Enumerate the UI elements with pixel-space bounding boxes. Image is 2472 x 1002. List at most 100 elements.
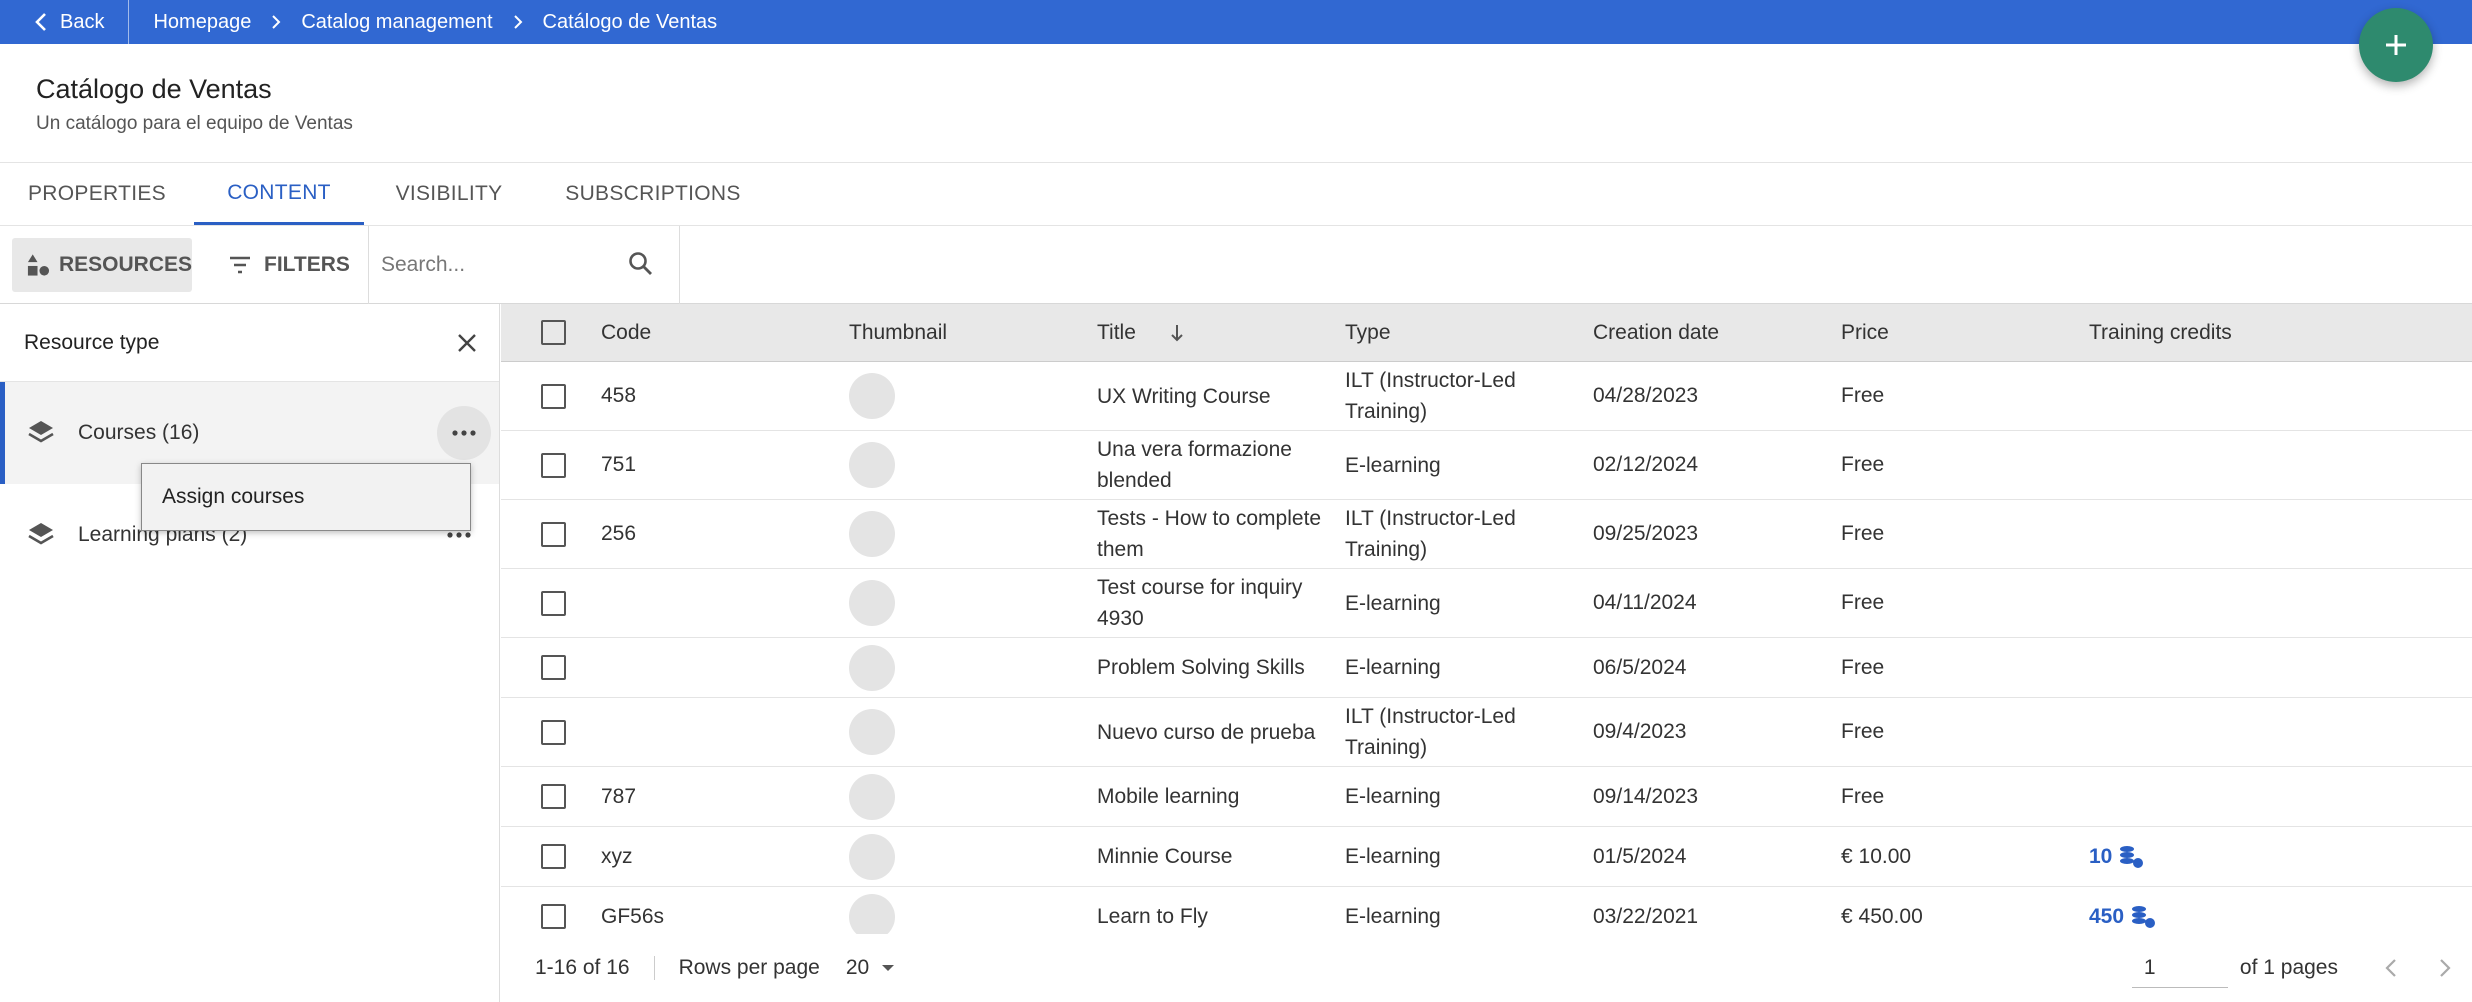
resources-button[interactable]: RESOURCES — [12, 238, 192, 292]
pagination-range: 1-16 of 16 — [535, 956, 630, 979]
row-checkbox[interactable] — [541, 719, 566, 745]
cell-type: ILT (Instructor-Led Training) — [1345, 507, 1516, 561]
table-row[interactable]: xyz Minnie Course E-learning 01/5/2024 € 10.… — [501, 827, 2472, 887]
thumbnail-placeholder — [849, 644, 895, 691]
plus-icon — [2386, 35, 2406, 55]
select-all-checkbox[interactable] — [541, 320, 566, 345]
prev-page-button[interactable] — [2364, 958, 2418, 978]
toolbar: RESOURCES FILTERS — [0, 226, 2472, 304]
cell-code: 787 — [601, 784, 637, 808]
table-row[interactable]: Problem Solving Skills E-learning 06/5/202… — [501, 638, 2472, 698]
cell-title: UX Writing Course — [1097, 384, 1271, 408]
table-row[interactable]: 787 Mobile learning E-learning 09/14/2023 Fr… — [501, 767, 2472, 827]
thumbnail-placeholder — [849, 511, 895, 557]
coins-icon — [2120, 845, 2144, 868]
layers-icon — [28, 523, 54, 545]
table-body: 458 UX Writing Course ILT (Instructor-Led … — [501, 362, 2472, 947]
cell-type: ILT (Instructor-Led Training) — [1345, 705, 1516, 759]
cell-creation-date: 09/14/2023 — [1593, 784, 1699, 808]
column-creation-date[interactable]: Creation date — [1593, 321, 1841, 345]
thumbnail-placeholder — [849, 833, 895, 880]
panel-header: Resource type — [0, 304, 499, 382]
tab-properties[interactable]: PROPERTIES — [0, 163, 194, 225]
row-checkbox[interactable] — [541, 784, 566, 809]
row-checkbox[interactable] — [541, 521, 566, 547]
column-training-credits[interactable]: Training credits — [2089, 321, 2329, 345]
context-menu-assign-courses[interactable]: Assign courses — [141, 463, 471, 531]
row-checkbox[interactable] — [541, 590, 566, 616]
cell-title: Nuevo curso de prueba — [1097, 720, 1316, 744]
cell-type: E-learning — [1345, 453, 1441, 477]
chevron-left-icon — [35, 13, 46, 31]
back-label: Back — [60, 10, 105, 33]
filters-button[interactable]: FILTERS — [228, 238, 350, 292]
table-row[interactable]: 256 Tests - How to complete them ILT (Inst… — [501, 500, 2472, 569]
chevron-right-icon — [271, 14, 281, 30]
close-icon[interactable] — [457, 333, 477, 353]
row-checkbox[interactable] — [541, 904, 566, 929]
cell-code: xyz — [601, 844, 633, 868]
row-checkbox[interactable] — [541, 844, 566, 869]
column-code[interactable]: Code — [601, 321, 849, 345]
cell-type: E-learning — [1345, 591, 1441, 615]
pagination-bar: 1-16 of 16 Rows per page 20 of 1 pages — [501, 934, 2472, 1002]
cell-training-credits: 450 — [2089, 905, 2329, 929]
thumbnail-placeholder — [849, 709, 895, 755]
filters-label: FILTERS — [264, 253, 350, 276]
more-options-button[interactable] — [437, 406, 491, 460]
cell-type: E-learning — [1345, 845, 1441, 868]
tab-content[interactable]: CONTENT — [194, 163, 364, 225]
cell-title: Mobile learning — [1097, 785, 1240, 808]
tab-visibility[interactable]: VISIBILITY — [364, 163, 534, 225]
arrow-down-icon[interactable] — [1170, 323, 1184, 343]
top-bar: Back Homepage Catalog management Catálog… — [0, 0, 2472, 44]
cell-code: 256 — [601, 522, 637, 545]
table-row[interactable]: Nuevo curso de prueba ILT (Instructor-Led… — [501, 698, 2472, 767]
chevron-left-icon — [2385, 959, 2396, 977]
cell-creation-date: 01/5/2024 — [1593, 844, 1687, 868]
thumbnail-placeholder — [849, 442, 895, 488]
cell-title: Una vera formazione blended — [1097, 438, 1292, 492]
table-row[interactable]: 751 Una vera formazione blended E-learning… — [501, 431, 2472, 500]
thumbnail-placeholder — [849, 773, 895, 820]
row-checkbox[interactable] — [541, 383, 566, 409]
table-header: Code Thumbnail Title Type Creation date … — [501, 304, 2472, 362]
tab-subscriptions[interactable]: SUBSCRIPTIONS — [534, 163, 772, 225]
cell-creation-date: 04/28/2023 — [1593, 384, 1699, 407]
search-input[interactable] — [381, 253, 621, 277]
cell-training-credits: 10 — [2089, 845, 2329, 869]
resources-label: RESOURCES — [58, 253, 192, 276]
cell-title: Tests - How to complete them — [1097, 507, 1322, 561]
column-type[interactable]: Type — [1345, 317, 1593, 348]
cell-creation-date: 09/4/2023 — [1593, 720, 1687, 743]
search-icon[interactable] — [627, 250, 655, 278]
chevron-right-icon — [513, 14, 523, 30]
cell-title: Minnie Course — [1097, 845, 1233, 868]
column-title[interactable]: Title — [1097, 317, 1345, 348]
credit-value: 10 — [2089, 844, 2113, 868]
page-subtitle: Un catálogo para el equipo de Ventas — [36, 113, 353, 134]
filter-icon — [230, 256, 250, 274]
cell-code: 751 — [601, 453, 637, 476]
cell-price: Free — [1841, 784, 1885, 808]
cell-type: E-learning — [1345, 905, 1441, 928]
thumbnail-placeholder — [849, 373, 895, 419]
page-number-input[interactable] — [2131, 948, 2228, 988]
cell-creation-date: 06/5/2024 — [1593, 655, 1687, 679]
add-button[interactable] — [2359, 8, 2433, 82]
column-price[interactable]: Price — [1841, 321, 2089, 345]
cell-type: ILT (Instructor-Led Training) — [1345, 369, 1516, 423]
next-page-button[interactable] — [2418, 958, 2472, 978]
table-row[interactable]: 458 UX Writing Course ILT (Instructor-Led … — [501, 362, 2472, 431]
search-box — [368, 226, 680, 304]
page-title: Catálogo de Ventas — [36, 74, 272, 104]
rows-per-page-value: 20 — [845, 956, 870, 979]
table-row[interactable]: Test course for inquiry 4930 E-learning 04… — [501, 569, 2472, 638]
breadcrumb-catalog-management[interactable]: Catalog management — [301, 11, 492, 34]
row-checkbox[interactable] — [541, 655, 566, 680]
rows-per-page-select[interactable]: 20 — [846, 956, 895, 980]
breadcrumb-homepage[interactable]: Homepage — [153, 11, 251, 34]
row-checkbox[interactable] — [541, 452, 566, 478]
back-button[interactable]: Back — [0, 0, 130, 44]
cell-price: Free — [1841, 720, 1885, 743]
